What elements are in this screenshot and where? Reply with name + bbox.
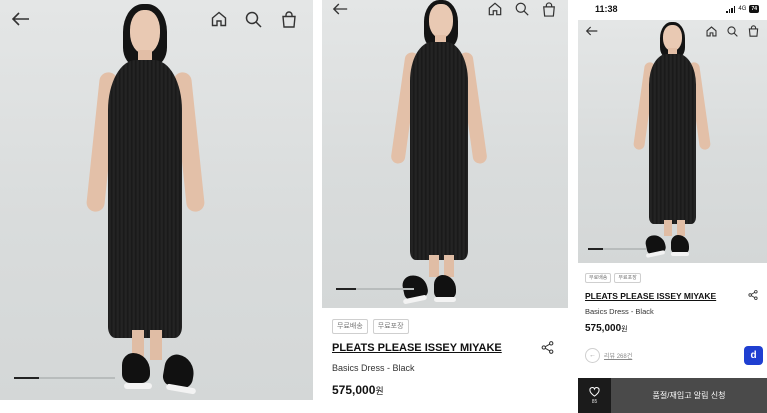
network-type: 4G xyxy=(738,6,747,12)
product-name: Basics Dress - Black xyxy=(332,363,415,373)
review-row: ← 리뷰 268건 xyxy=(585,348,632,363)
bottom-action-bar: 85 품절/재입고 알림 신청 xyxy=(578,378,767,413)
status-indicators: 4G 74 xyxy=(726,5,759,13)
shopping-bag-icon[interactable] xyxy=(278,8,300,30)
model-figure xyxy=(628,20,718,263)
home-icon[interactable] xyxy=(486,0,504,18)
home-icon[interactable] xyxy=(208,8,230,30)
signal-icon xyxy=(726,5,736,13)
product-photo[interactable] xyxy=(0,0,313,400)
heart-icon xyxy=(589,386,600,397)
price-currency: 원 xyxy=(621,326,628,333)
benefit-tags: 무료배송 무료포장 xyxy=(332,319,409,334)
product-photo[interactable] xyxy=(322,0,568,308)
screenshot-canvas: 무료배송 무료포장 PLEATS PLEASE ISSEY MIYAKE Bas… xyxy=(0,0,767,413)
home-icon[interactable] xyxy=(704,24,718,38)
brand-link[interactable]: PLEATS PLEASE ISSEY MIYAKE xyxy=(332,342,502,354)
prev-arrow-icon[interactable]: ← xyxy=(585,348,600,363)
battery-icon: 74 xyxy=(749,5,759,13)
panel-2: 무료배송 무료포장 PLEATS PLEASE ISSEY MIYAKE Bas… xyxy=(322,0,568,413)
share-icon[interactable] xyxy=(746,288,760,302)
product-price: 575,000원 xyxy=(332,383,384,397)
product-name: Basics Dress - Black xyxy=(585,307,654,316)
price-value: 575,000 xyxy=(332,383,376,397)
slide-progress-bar xyxy=(588,248,646,250)
search-icon[interactable] xyxy=(725,24,739,38)
model-figure xyxy=(80,0,240,400)
product-price: 575,000원 xyxy=(585,323,628,334)
brand-link[interactable]: PLEATS PLEASE ISSEY MIYAKE xyxy=(585,291,716,301)
panel-3: 무료배송 무료포장 PLEATS PLEASE ISSEY MIYAKE Bas… xyxy=(578,20,767,378)
benefit-tags: 무료배송 무료포장 xyxy=(585,273,641,283)
shopping-bag-icon[interactable] xyxy=(746,24,760,38)
status-time: 11:38 xyxy=(595,4,618,14)
model-figure xyxy=(384,0,506,308)
panel-1 xyxy=(0,0,313,413)
price-currency: 원 xyxy=(375,386,384,396)
restock-alert-button[interactable]: 품절/재입고 알림 신청 xyxy=(611,378,767,413)
back-arrow-icon[interactable] xyxy=(330,0,350,18)
back-arrow-icon[interactable] xyxy=(10,8,32,30)
tag-free-wrapping: 무료포장 xyxy=(614,273,641,283)
wishlist-button[interactable]: 85 xyxy=(578,378,611,413)
chat-button[interactable]: d xyxy=(744,346,763,365)
tag-free-shipping: 무료배송 xyxy=(332,319,368,334)
phone-status-bar: 11:38 4G 74 xyxy=(578,0,767,20)
search-icon[interactable] xyxy=(513,0,531,18)
product-photo[interactable] xyxy=(578,20,767,263)
share-icon[interactable] xyxy=(538,338,556,356)
price-value: 575,000 xyxy=(585,323,622,334)
tag-free-wrapping: 무료포장 xyxy=(372,319,409,334)
slide-progress-bar xyxy=(336,288,414,290)
shopping-bag-icon[interactable] xyxy=(540,0,558,18)
tag-free-shipping: 무료배송 xyxy=(585,273,612,283)
search-icon[interactable] xyxy=(242,8,264,30)
slide-progress-bar xyxy=(14,377,115,379)
wish-count: 85 xyxy=(591,398,598,405)
review-link[interactable]: 리뷰 268건 xyxy=(604,351,632,360)
back-arrow-icon[interactable] xyxy=(584,24,600,38)
